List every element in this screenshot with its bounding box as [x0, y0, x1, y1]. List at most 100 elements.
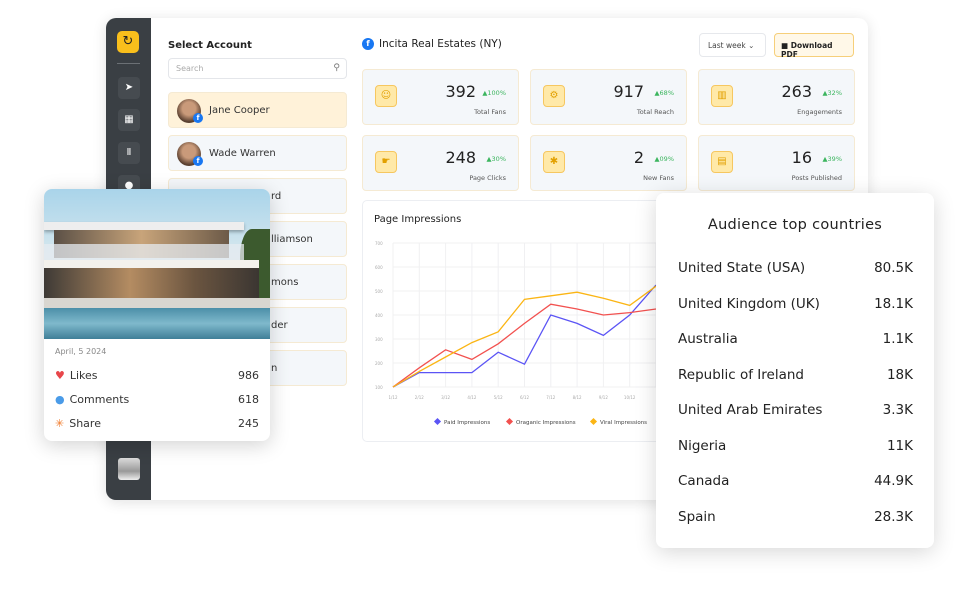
y-tick-label: 700	[375, 241, 383, 246]
x-tick-label: 4/12	[467, 395, 476, 400]
stat-label: Total Fans	[474, 108, 506, 116]
account-name: der	[271, 320, 288, 331]
stat-card: ☛ 248 ▲30% Page Clicks	[362, 135, 519, 191]
page-header: f Incita Real Estates (NY)	[362, 38, 502, 50]
click-icon: ☛	[375, 151, 397, 173]
library-icon[interactable]: Ⅱ	[118, 142, 140, 164]
account-item[interactable]: f Jane Cooper	[168, 92, 347, 128]
share-label: Share	[69, 417, 101, 430]
stat-change: ▲09%	[654, 155, 674, 163]
country-row: Australia 1.1K	[678, 331, 913, 347]
country-row: Canada 44.9K	[678, 473, 913, 489]
country-value: 44.9K	[874, 473, 913, 489]
date-range-select[interactable]: Last week ⌄	[699, 33, 766, 57]
account-name: mons	[271, 277, 299, 288]
pdf-icon: ■	[781, 41, 789, 50]
country-value: 80.5K	[874, 260, 913, 276]
search-icon: ⚲	[333, 63, 340, 73]
legend-label: Oraganic Impressions	[516, 420, 576, 426]
audience-countries-panel: Audience top countries United State (USA…	[656, 193, 934, 548]
fans-icon: ☺	[375, 85, 397, 107]
x-tick-label: 8/12	[573, 395, 582, 400]
country-row: United State (USA) 80.5K	[678, 260, 913, 276]
country-name: United Kingdom (UK)	[678, 295, 820, 312]
account-item[interactable]: f Wade Warren	[168, 135, 347, 171]
legend-label: Viral Impressions	[600, 420, 647, 426]
stat-change: ▲39%	[822, 155, 842, 163]
country-row: Republic of Ireland 18K	[678, 367, 913, 383]
facebook-icon: f	[193, 113, 203, 123]
search-input[interactable]: Search ⚲	[168, 58, 347, 79]
x-tick-label: 6/12	[520, 395, 529, 400]
stat-value: 917	[613, 82, 644, 101]
reach-icon: ⚙	[543, 85, 565, 107]
stat-label: Posts Published	[791, 174, 842, 182]
new-fans-icon: ✱	[543, 151, 565, 173]
account-name: Wade Warren	[209, 148, 276, 159]
countries-title: Audience top countries	[707, 217, 883, 233]
calendar-icon[interactable]: ▦	[118, 109, 140, 131]
stat-change: ▲32%	[822, 89, 842, 97]
account-name: lliamson	[271, 234, 313, 245]
country-name: Australia	[678, 331, 738, 347]
stat-card: ☺ 392 ▲100% Total Fans	[362, 69, 519, 125]
country-row: Nigeria 11K	[678, 438, 913, 454]
country-name: Republic of Ireland	[678, 366, 804, 383]
logo-icon[interactable]: ↻	[117, 31, 139, 53]
stat-label: Page Clicks	[469, 174, 506, 182]
select-account-title: Select Account	[168, 40, 252, 51]
legend-label: Paid Impressions	[444, 420, 490, 426]
x-tick-label: 2/12	[415, 395, 424, 400]
x-tick-label: 1/12	[389, 395, 398, 400]
chevron-down-icon: ⌄	[748, 41, 755, 50]
country-row: United Arab Emirates 3.3K	[678, 402, 913, 418]
facebook-icon: f	[193, 156, 203, 166]
stat-value: 263	[781, 82, 812, 101]
stat-card: ▥ 263 ▲32% Engagements	[698, 69, 855, 125]
country-value: 11K	[886, 437, 913, 454]
y-tick-label: 300	[375, 337, 383, 342]
download-pdf-button[interactable]: ■ Download PDF	[774, 33, 854, 59]
facebook-icon: f	[362, 38, 374, 50]
share-row: ✳ Share 245	[55, 417, 259, 430]
profile-thumbnail[interactable]	[118, 458, 140, 480]
x-tick-label: 10/12	[624, 395, 636, 400]
post-card[interactable]: April, 5 2024 ♥ Likes 986 ● Comments 618 ✳ Sh…	[44, 189, 270, 441]
stat-card: ⚙ 917 ▲68% Total Reach	[530, 69, 687, 125]
stat-value: 2	[633, 148, 644, 167]
stat-label: Engagements	[797, 108, 842, 116]
comment-icon: ●	[55, 393, 65, 406]
y-tick-label: 100	[375, 385, 383, 390]
share-icon: ✳	[55, 417, 65, 430]
download-label: Download PDF	[781, 41, 833, 59]
post-date: April, 5 2024	[55, 347, 107, 356]
stat-value: 392	[445, 82, 476, 101]
stat-change: ▲30%	[486, 155, 506, 163]
country-name: United Arab Emirates	[678, 402, 823, 418]
stat-value: 248	[445, 148, 476, 167]
country-name: Canada	[678, 473, 730, 489]
country-value: 18K	[886, 366, 913, 383]
y-tick-label: 400	[375, 313, 383, 318]
account-name: rd	[271, 191, 282, 202]
country-name: United State (USA)	[678, 260, 806, 276]
send-icon[interactable]: ➤	[118, 77, 140, 99]
legend-marker	[505, 417, 514, 426]
country-value: 3.3K	[882, 402, 913, 418]
country-name: Spain	[678, 508, 716, 525]
page-title: Incita Real Estates (NY)	[379, 38, 502, 50]
stat-change: ▲100%	[482, 89, 506, 97]
comments-row: ● Comments 618	[55, 393, 259, 406]
stat-card: ✱ 2 ▲09% New Fans	[530, 135, 687, 191]
likes-value: 986	[238, 369, 259, 382]
date-range-value: Last week	[708, 41, 746, 50]
stat-value: 16	[791, 148, 812, 167]
engagement-icon: ▥	[711, 85, 733, 107]
x-tick-label: 9/12	[599, 395, 608, 400]
likes-label: Likes	[69, 369, 98, 382]
country-value: 18.1K	[874, 295, 913, 312]
y-tick-label: 500	[375, 289, 383, 294]
heart-icon: ♥	[55, 369, 65, 382]
posts-icon: ▤	[711, 151, 733, 173]
country-row: United Kingdom (UK) 18.1K	[678, 296, 913, 312]
